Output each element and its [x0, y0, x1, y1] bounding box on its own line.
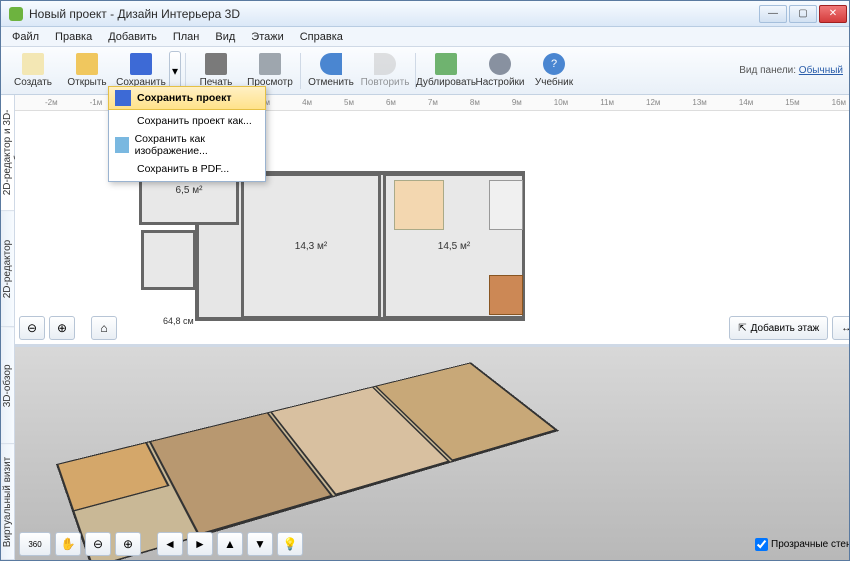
undo-button[interactable]: Отменить	[305, 49, 357, 93]
zoom-out-3d-button[interactable]: ⊖	[85, 532, 111, 556]
menu-help[interactable]: Справка	[293, 29, 350, 45]
menu-file[interactable]: Файл	[5, 29, 46, 45]
duplicate-icon	[435, 53, 457, 75]
show-dims-button[interactable]: ↔Показывать все размеры	[832, 316, 849, 340]
3d-viewport[interactable]: 360 ✋ ⊖ ⊕ ◄ ► ▲ ▼ 💡 Прозрачные стены ■Ви…	[15, 344, 849, 560]
tab-3d-view[interactable]: 3D-обзор	[1, 328, 14, 444]
menu-bar: Файл Правка Добавить План Вид Этажи Спра…	[1, 27, 849, 47]
duplicate-button[interactable]: Дублировать	[420, 49, 472, 93]
menu-add[interactable]: Добавить	[101, 29, 164, 45]
panel-mode-label: Вид панели: Обычный	[739, 65, 843, 76]
create-button[interactable]: Создать	[7, 49, 59, 93]
redo-button[interactable]: Повторить	[359, 49, 411, 93]
redo-icon	[374, 53, 396, 75]
add-floor-button[interactable]: ⇱Добавить этаж	[729, 316, 828, 340]
zoom-in-button[interactable]: ⊕	[49, 316, 75, 340]
360-button[interactable]: 360	[19, 532, 51, 556]
app-icon	[9, 7, 23, 21]
image-icon	[115, 137, 129, 153]
minimize-button[interactable]: —	[759, 5, 787, 23]
printer-icon	[205, 53, 227, 75]
save-image-item[interactable]: Сохранить как изображение...	[109, 133, 265, 157]
menu-edit[interactable]: Правка	[48, 29, 99, 45]
view-tabs: 2D-редактор и 3D-обзор 2D-редактор 3D-об…	[1, 95, 15, 560]
folder-open-icon	[76, 53, 98, 75]
floppy-icon	[130, 53, 152, 75]
rotate-right-button[interactable]: ►	[187, 532, 213, 556]
light-toggle-button[interactable]: 💡	[277, 532, 303, 556]
menu-plan[interactable]: План	[166, 29, 207, 45]
furniture-wardrobe[interactable]	[489, 275, 523, 315]
floor-plan[interactable]: 6,5 м² 14,3 м² 14,5 м²	[195, 171, 525, 321]
save-dropdown-menu: Сохранить проект Сохранить проект как...…	[108, 86, 266, 182]
gear-icon	[489, 53, 511, 75]
save-project-item[interactable]: Сохранить проект	[108, 86, 266, 110]
undo-icon	[320, 53, 342, 75]
tab-2d-3d[interactable]: 2D-редактор и 3D-обзор	[1, 95, 14, 211]
tutorial-button[interactable]: ?Учебник	[528, 49, 580, 93]
menu-floors[interactable]: Этажи	[244, 29, 290, 45]
rotate-down-button[interactable]: ▼	[247, 532, 273, 556]
tab-2d-editor[interactable]: 2D-редактор	[1, 211, 14, 327]
home-button[interactable]: ⌂	[91, 316, 117, 340]
save-pdf-item[interactable]: Сохранить в PDF...	[109, 157, 265, 181]
zoom-in-3d-button[interactable]: ⊕	[115, 532, 141, 556]
rotate-up-button[interactable]: ▲	[217, 532, 243, 556]
room-corner[interactable]	[141, 230, 196, 290]
panel-mode-link[interactable]: Обычный	[799, 65, 843, 76]
open-button[interactable]: Открыть	[61, 49, 113, 93]
zoom-out-button[interactable]: ⊖	[19, 316, 45, 340]
rotate-left-button[interactable]: ◄	[157, 532, 183, 556]
title-bar: Новый проект - Дизайн Интерьера 3D — ▢ ✕	[1, 1, 849, 27]
help-icon: ?	[543, 53, 565, 75]
close-button[interactable]: ✕	[819, 5, 847, 23]
menu-view[interactable]: Вид	[208, 29, 242, 45]
furniture-bed2[interactable]	[489, 180, 523, 230]
transparent-walls-checkbox[interactable]: Прозрачные стены	[755, 538, 849, 551]
room-mid[interactable]: 14,3 м²	[241, 173, 381, 319]
window-title: Новый проект - Дизайн Интерьера 3D	[29, 7, 759, 21]
magnifier-icon	[259, 53, 281, 75]
save-dropdown-button[interactable]: ▾	[169, 51, 181, 91]
settings-button[interactable]: Настройки	[474, 49, 526, 93]
new-file-icon	[22, 53, 44, 75]
save-project-as-item[interactable]: Сохранить проект как...	[109, 109, 265, 133]
furniture-bed[interactable]	[394, 180, 444, 230]
maximize-button[interactable]: ▢	[789, 5, 817, 23]
pan-button[interactable]: ✋	[55, 532, 81, 556]
ruler-icon: ↔	[841, 323, 849, 334]
tab-virtual-visit[interactable]: Виртуальный визит	[1, 444, 14, 560]
stairs-icon: ⇱	[738, 323, 746, 334]
floppy-icon	[115, 90, 131, 106]
